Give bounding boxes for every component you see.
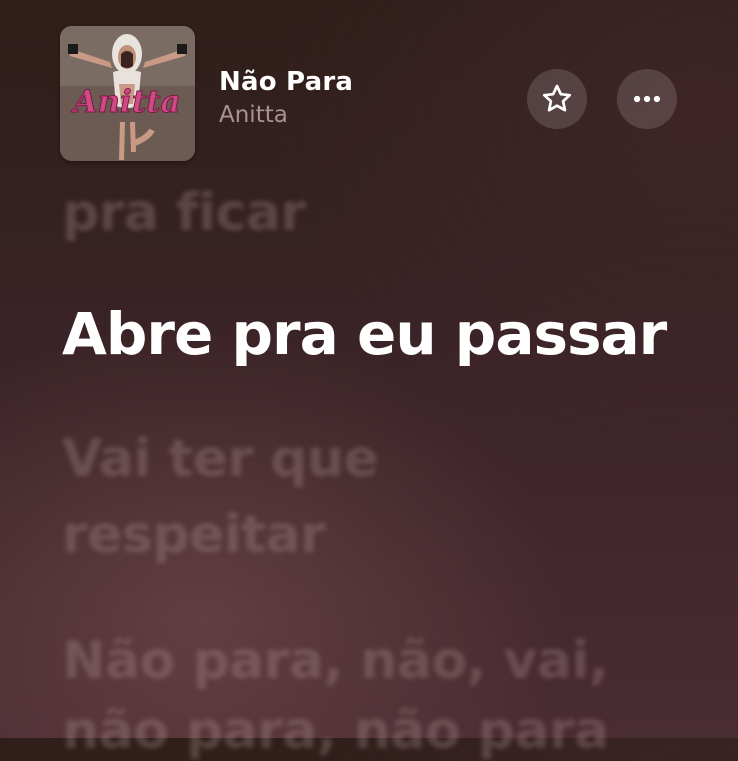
ellipsis-icon [633,95,661,103]
song-title[interactable]: Não Para [219,67,353,97]
lyric-line-next[interactable]: Vai ter que [62,430,702,488]
lyric-line-current[interactable]: Abre pra eu passar [62,302,702,366]
favorite-button[interactable] [527,69,587,129]
lyric-line-previous[interactable]: pra ficar [62,184,702,242]
star-outline-icon [542,84,572,112]
album-cover[interactable]: Anitta [60,26,195,161]
now-playing-header: Anitta Não Para Anitta [0,0,738,180]
album-logo-text: Anitta [70,84,180,120]
more-options-button[interactable] [617,69,677,129]
lyric-line-next[interactable]: não para, não para [62,702,702,760]
lyric-line-next[interactable]: respeitar [62,506,702,564]
lyric-line-next[interactable]: Não para, não, vai, [62,632,702,690]
album-art-image: Anitta [60,26,195,161]
artist-name[interactable]: Anitta [219,102,288,128]
